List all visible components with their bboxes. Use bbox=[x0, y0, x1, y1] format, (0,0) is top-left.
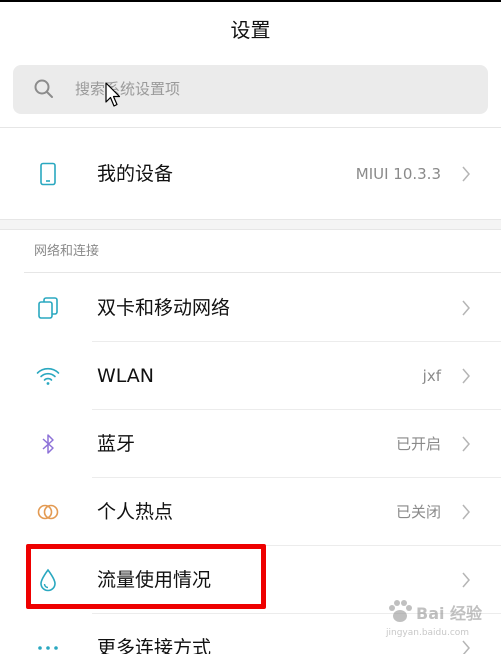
bluetooth-row[interactable]: 蓝牙 已开启 bbox=[0, 410, 501, 478]
section-label-network: 网络和连接 bbox=[34, 244, 100, 259]
miui-version: MIUI 10.3.3 bbox=[355, 165, 441, 183]
watermark-text: Bai 经验 bbox=[416, 604, 483, 623]
hotspot-icon bbox=[37, 504, 59, 520]
mouse-cursor-icon bbox=[105, 82, 121, 107]
my-device-label: 我的设备 bbox=[97, 163, 174, 185]
search-icon bbox=[34, 79, 53, 98]
chevron-right-icon bbox=[462, 300, 470, 316]
phone-icon bbox=[40, 162, 56, 186]
baidu-watermark: Bai 经验 jingyan.baidu.com bbox=[386, 598, 486, 646]
chevron-right-icon bbox=[462, 166, 470, 182]
data-usage-icon bbox=[40, 568, 56, 592]
divider bbox=[24, 272, 501, 273]
more-connections-label: 更多连接方式 bbox=[97, 637, 212, 654]
chevron-right-icon bbox=[462, 436, 470, 452]
watermark-url: jingyan.baidu.com bbox=[386, 628, 470, 638]
divider bbox=[0, 127, 501, 128]
hotspot-row[interactable]: 个人热点 已关闭 bbox=[0, 478, 501, 546]
wlan-value: jxf bbox=[422, 367, 441, 385]
chevron-right-icon bbox=[462, 368, 470, 384]
data-usage-label: 流量使用情况 bbox=[97, 569, 212, 591]
hotspot-label: 个人热点 bbox=[97, 501, 174, 523]
chevron-right-icon bbox=[462, 504, 470, 520]
search-bar[interactable] bbox=[13, 65, 488, 114]
dual-sim-icon bbox=[38, 297, 58, 319]
wifi-icon bbox=[36, 367, 60, 385]
page-title: 设置 bbox=[230, 18, 271, 42]
hotspot-value: 已关闭 bbox=[395, 503, 441, 521]
wlan-row[interactable]: WLAN jxf bbox=[0, 342, 501, 410]
chevron-right-icon bbox=[462, 572, 470, 588]
paw-logo-icon bbox=[389, 600, 412, 622]
search-input[interactable] bbox=[75, 65, 475, 114]
dual-sim-label: 双卡和移动网络 bbox=[97, 297, 231, 319]
top-edge-line bbox=[0, 0, 501, 2]
wlan-label: WLAN bbox=[97, 365, 155, 387]
dual-sim-row[interactable]: 双卡和移动网络 bbox=[0, 274, 501, 342]
my-device-row[interactable]: 我的设备 MIUI 10.3.3 bbox=[0, 140, 501, 208]
bluetooth-value: 已开启 bbox=[395, 435, 441, 453]
bluetooth-icon bbox=[42, 434, 54, 454]
more-icon bbox=[38, 646, 58, 650]
bluetooth-label: 蓝牙 bbox=[97, 433, 136, 455]
section-gap bbox=[0, 219, 501, 230]
